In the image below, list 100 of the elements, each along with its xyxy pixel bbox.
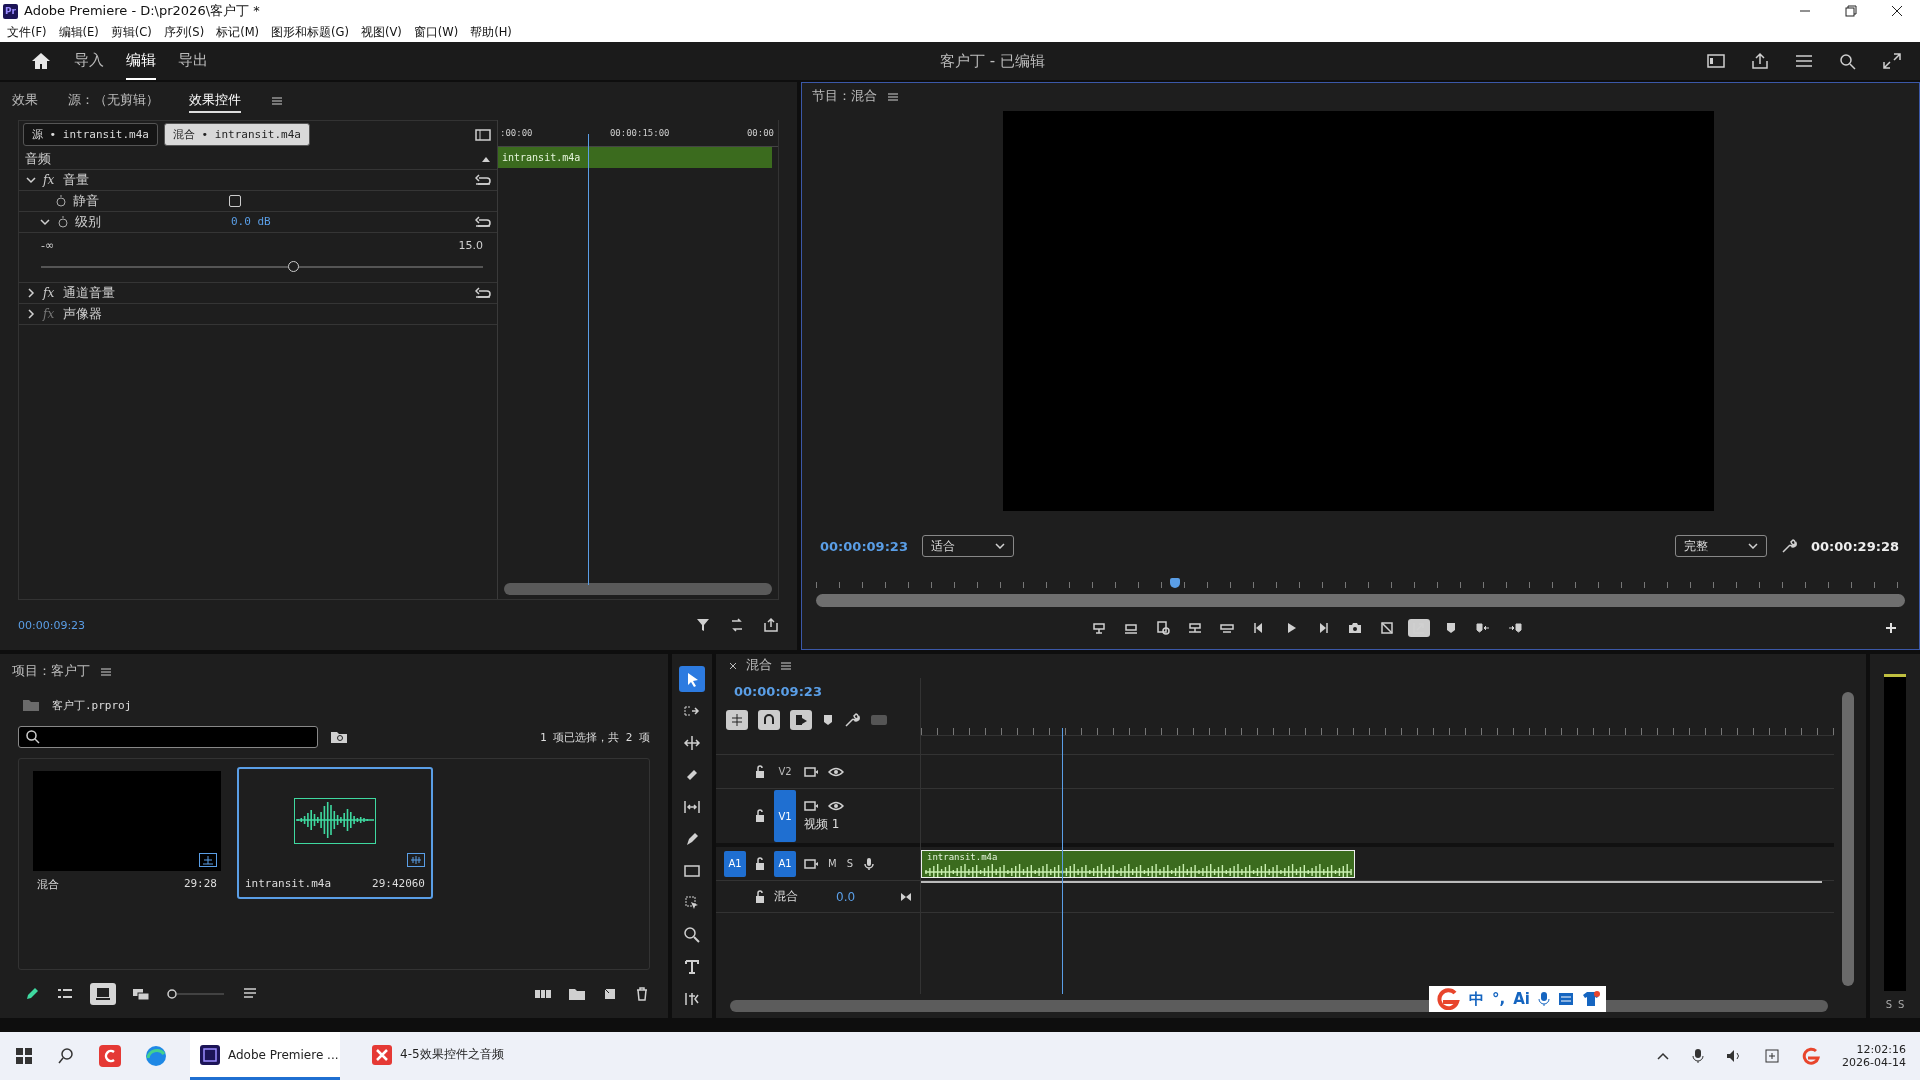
film-icon[interactable] [804,857,818,870]
menu-item[interactable]: 图形和标题(G) [271,24,349,40]
workspace-tab[interactable]: 导入 [74,42,104,80]
zoom-dropdown[interactable]: 适合 [921,535,1014,557]
menu-item[interactable]: 帮助(H) [470,24,512,40]
time-ruler[interactable]: :00:00 00:00:15:00 00:00 [498,119,778,147]
browser-icon[interactable] [144,1044,168,1068]
pencil-icon[interactable] [24,986,40,1002]
panel-tab[interactable]: 效果控件 [189,88,241,113]
home-icon[interactable] [30,51,52,71]
solo-label[interactable]: S [1898,999,1905,1010]
track-target[interactable]: V1 [774,790,796,842]
fullscreen-icon[interactable] [1882,52,1902,70]
solo-button[interactable]: S [846,858,853,869]
chevron-right-icon[interactable] [25,286,37,299]
search-icon[interactable] [1838,52,1858,70]
share-icon[interactable] [1750,52,1770,70]
snap-icon[interactable] [758,710,780,730]
reset-icon[interactable] [475,173,491,186]
eye-icon[interactable] [828,765,844,778]
media-tile[interactable]: 混合 29:28 [29,767,225,899]
search-icon[interactable] [56,1046,76,1066]
film-icon[interactable] [804,765,818,778]
ime-button[interactable]: °, [1492,990,1506,1008]
track-target[interactable]: V2 [774,758,796,785]
clip-tab[interactable]: 混合 • intransit.m4a [163,123,310,147]
lock-icon[interactable] [754,856,766,871]
pan-icon[interactable] [900,890,912,903]
shirt-icon[interactable] [1582,991,1600,1007]
wrench-icon[interactable] [1781,538,1798,554]
menu-item[interactable]: 编辑(E) [58,24,99,40]
filter-icon[interactable] [695,617,711,634]
lock-icon[interactable] [754,889,766,904]
ime-toolbar[interactable]: 中 °, Ai [1429,986,1606,1012]
menu-icon[interactable] [887,92,899,102]
scrollbar[interactable] [504,583,772,596]
workspace-tab[interactable]: 导出 [178,42,208,80]
clock-date[interactable]: 2026-04-14 [1842,1056,1906,1069]
icon-view-icon[interactable] [90,983,116,1005]
ime-button[interactable]: 中 [1469,989,1485,1009]
menu-item[interactable]: 标记(M) [216,24,260,40]
audio-clip[interactable]: intransit.m4a [498,146,772,168]
microphone-icon[interactable] [1692,1048,1705,1064]
zoom-slider-icon[interactable] [166,988,226,1000]
menu-icon[interactable] [271,95,283,106]
panel-tab[interactable]: 源：（无剪辑） [68,88,159,113]
menu-icon[interactable] [1794,53,1814,69]
menu-item[interactable]: 剪辑(C) [110,24,152,40]
eye-icon[interactable] [828,799,844,812]
menu-icon[interactable] [100,667,112,677]
sort-icon[interactable] [242,987,258,1001]
new-item-icon[interactable] [602,987,618,1001]
export-icon[interactable] [763,617,779,634]
keyboard-icon[interactable] [1558,992,1574,1006]
fx-toggle[interactable]: fx [43,285,57,300]
automate-icon[interactable] [534,987,552,1001]
new-bin-icon[interactable] [568,987,586,1001]
selection-tool[interactable] [679,666,705,692]
ime-logo-icon[interactable] [1435,988,1462,1010]
app-icon[interactable] [98,1044,122,1068]
stopwatch-icon[interactable] [55,194,67,207]
menu-item[interactable]: 序列(S) [163,24,205,40]
menu-icon[interactable] [780,661,792,671]
taskbar-app[interactable]: 4-5效果控件之音频 [362,1032,512,1080]
fx-toggle[interactable]: fx [43,172,57,187]
reset-icon[interactable] [475,286,491,299]
panel-icon[interactable] [475,128,491,141]
mute-button[interactable]: M [828,858,837,869]
panel-icon[interactable] [1706,53,1726,69]
fx-toggle[interactable]: fx [43,306,57,321]
scrollbar[interactable] [816,594,1905,607]
reset-icon[interactable] [475,215,491,228]
clock-time[interactable]: 12:02:16 [1856,1043,1906,1056]
linked-icon[interactable] [790,710,812,730]
microphone-icon[interactable] [863,856,875,871]
property-value[interactable]: 0.0 dB [231,215,271,229]
solo-label[interactable]: S [1885,999,1892,1010]
ime-logo-icon[interactable] [1802,1047,1821,1065]
menu-item[interactable]: 视图(V) [360,24,402,40]
add-icon[interactable] [1883,620,1899,636]
lock-icon[interactable] [754,809,766,823]
find-icon[interactable] [330,730,348,744]
volume-value[interactable]: 0.0 [836,889,856,904]
quality-dropdown[interactable]: 完整 [1675,535,1768,557]
start-icon[interactable] [14,1046,34,1066]
search-field[interactable] [18,726,318,748]
lock-icon[interactable] [754,764,766,779]
chevron-right-icon[interactable] [25,307,37,320]
menu-item[interactable]: 文件(F) [7,24,47,40]
stopwatch-icon[interactable] [57,215,69,228]
panel-tab[interactable]: 效果 [12,88,38,113]
media-tile[interactable]: intransit.m4a 29:42060 [237,767,433,899]
freeform-view-icon[interactable] [132,987,150,1001]
checkbox[interactable] [229,194,241,207]
clip-tab[interactable]: 源 • intransit.m4a [23,123,158,147]
taskbar-app[interactable]: Adobe Premiere ... [190,1032,340,1080]
chevron-up-icon[interactable] [1656,1050,1671,1062]
list-view-icon[interactable] [56,987,74,1001]
workspace-tab[interactable]: 编辑 [126,42,156,80]
ime-icon[interactable] [1764,1048,1781,1064]
